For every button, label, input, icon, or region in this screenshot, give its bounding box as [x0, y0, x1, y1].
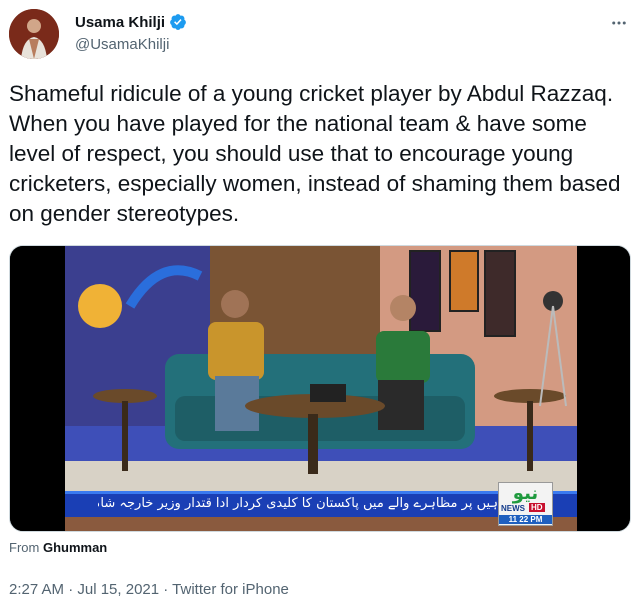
ellipsis-icon: [612, 21, 626, 25]
channel-logo: نیو NEWS HD 11 22 PM: [498, 482, 553, 526]
source-name-link[interactable]: Ghumman: [43, 540, 107, 555]
tweet-card: Usama Khilji @UsamaKhilji Shameful ridic…: [0, 0, 640, 604]
author-display-name[interactable]: Usama Khilji: [75, 14, 165, 31]
verified-badge-icon: [170, 14, 186, 30]
video-source: From Ghumman: [9, 540, 107, 555]
channel-time: 11 22 PM: [499, 515, 552, 524]
source-prefix: From: [9, 540, 40, 555]
channel-logo-urdu: نیو: [512, 483, 539, 504]
channel-logo-hd: HD: [529, 503, 545, 512]
avatar-image: [9, 9, 59, 59]
author-avatar[interactable]: [9, 9, 59, 59]
author-handle[interactable]: @UsamaKhilji: [75, 36, 169, 53]
tweet-timestamp[interactable]: 2:27 AM · Jul 15, 2021 · Twitter for iPh…: [9, 581, 289, 598]
tweet-text: Shameful ridicule of a young cricket pla…: [9, 81, 621, 226]
author-name-row: Usama Khilji: [75, 13, 187, 31]
more-options-button[interactable]: [608, 12, 630, 34]
news-ticker-text: ہیں پر مظاہرے والے میں پاکستان کا کلیدی …: [98, 496, 498, 511]
tweet-video[interactable]: ہیں پر مظاہرے والے میں پاکستان کا کلیدی …: [9, 245, 631, 532]
channel-logo-news: NEWS: [501, 504, 525, 513]
